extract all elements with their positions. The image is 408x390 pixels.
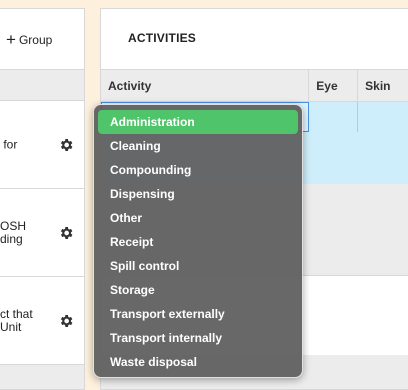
group-row-label: for <box>0 137 18 151</box>
dropdown-option-spill-control[interactable]: Spill control <box>98 254 298 278</box>
dropdown-option-transport-externally[interactable]: Transport externally <box>98 302 298 326</box>
add-group-label: Group <box>18 33 53 47</box>
dropdown-option-storage[interactable]: Storage <box>98 278 298 302</box>
groups-table-header <box>0 69 84 101</box>
dropdown-option-compounding[interactable]: Compounding <box>98 158 298 182</box>
group-row[interactable]: for <box>0 101 84 189</box>
column-header-eye: Eye <box>309 70 359 101</box>
group-row-label: ct that Unit <box>0 306 33 334</box>
column-header-activity: Activity <box>101 70 310 101</box>
dropdown-option-cleaning[interactable]: Cleaning <box>98 134 298 158</box>
gear-icon[interactable] <box>58 225 74 241</box>
dropdown-option-administration[interactable]: Administration <box>98 110 298 134</box>
dropdown-option-dispensing[interactable]: Dispensing <box>98 182 298 206</box>
skin-cell[interactable] <box>358 102 408 132</box>
add-group-button[interactable]: + Group <box>6 30 53 49</box>
section-title: ACTIVITIES <box>128 31 197 45</box>
groups-footer <box>0 365 84 389</box>
plus-icon: + <box>6 30 16 49</box>
dropdown-option-transport-internally[interactable]: Transport internally <box>98 326 298 350</box>
group-row-label: OSH ding <box>0 218 27 246</box>
dropdown-option-waste-disposal[interactable]: Waste disposal <box>98 350 298 374</box>
activities-table-header: Activity Eye Skin <box>101 69 408 102</box>
groups-panel: + Group for OSH ding ct that Unit <box>0 8 85 390</box>
group-row[interactable]: OSH ding <box>0 189 84 277</box>
dropdown-option-other[interactable]: Other <box>98 206 298 230</box>
group-row[interactable]: ct that Unit <box>0 277 84 365</box>
activity-dropdown-menu[interactable]: Administration Cleaning Compounding Disp… <box>93 104 303 378</box>
column-header-skin: Skin <box>365 78 391 93</box>
eye-cell[interactable] <box>309 102 359 132</box>
dropdown-option-receipt[interactable]: Receipt <box>98 230 298 254</box>
gear-icon[interactable] <box>58 137 74 153</box>
gear-icon[interactable] <box>58 313 74 329</box>
